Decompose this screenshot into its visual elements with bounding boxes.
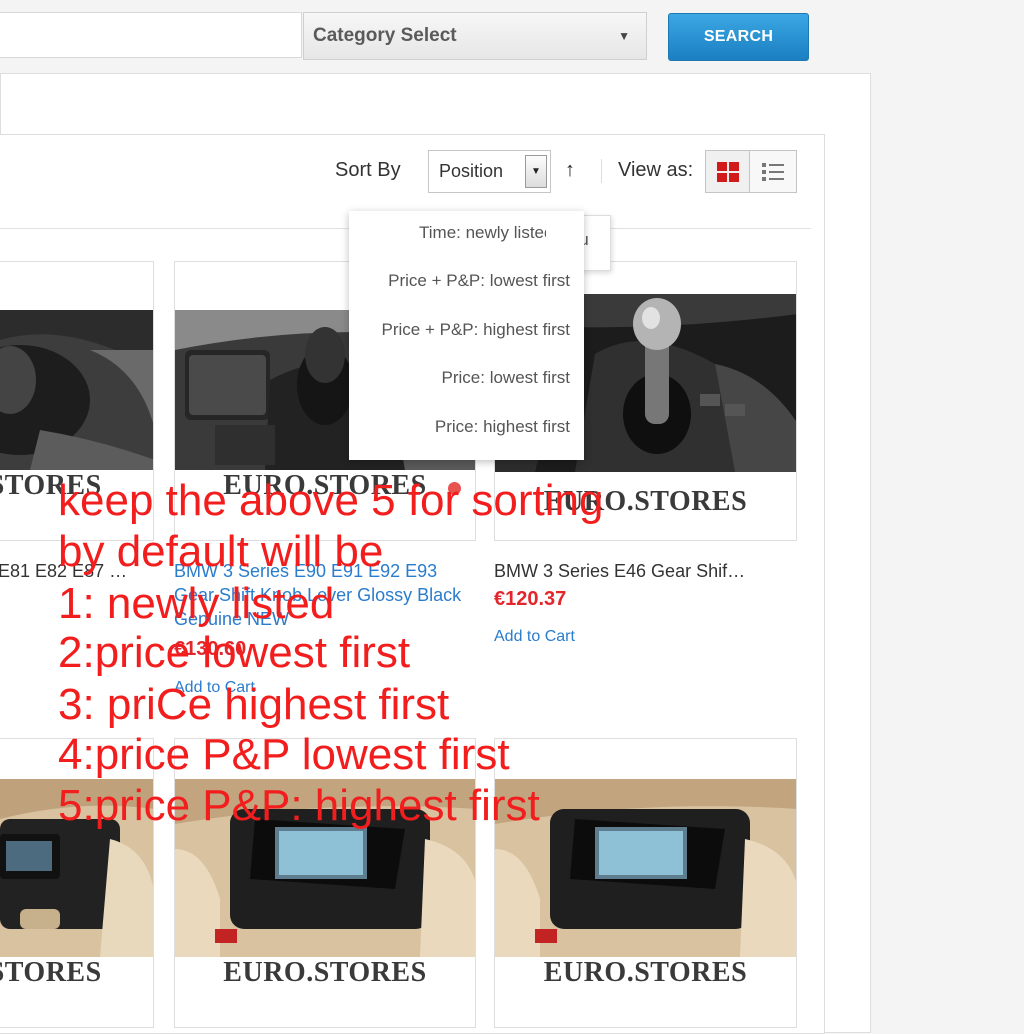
brand-logo: EURO.STORES [543, 957, 748, 988]
search-button[interactable]: SEARCH [668, 13, 809, 61]
annotation-line: 1: newly listed [58, 579, 335, 628]
product-image [495, 779, 796, 957]
arrow-up-icon[interactable]: ↑ [565, 159, 575, 182]
chevron-down-icon: ▼ [618, 29, 630, 43]
sort-select[interactable]: Position ▼ [428, 150, 551, 193]
annotation-line: keep the above 5 for sorting [58, 476, 604, 525]
product-price: €120.37 [494, 588, 567, 610]
annotation-line: 5:price P&P: highest first [58, 781, 540, 830]
grid-view-button[interactable] [705, 150, 750, 193]
brand-logo: EURO.STORES [223, 957, 427, 988]
list-icon [762, 162, 784, 181]
sort-dropdown-menu: Time: newly listed Price + P&P: lowest f… [349, 211, 584, 460]
toolbar-divider [601, 159, 602, 183]
sort-option-price-highest[interactable]: Price: highest first [435, 417, 570, 437]
annotation-line: 3: priCe highest first [58, 680, 450, 729]
sort-option-price-lowest[interactable]: Price: lowest first [442, 368, 570, 388]
sort-option-price-pp-highest[interactable]: Price + P&P: highest first [382, 320, 571, 340]
search-input[interactable] [0, 12, 302, 58]
sort-select-value: Position [439, 161, 504, 181]
sort-option-newly-listed[interactable]: Time: newly listed [419, 223, 546, 243]
add-to-cart-link[interactable]: Add to Cart [494, 628, 575, 646]
brand-logo: EURO.STORES [0, 957, 102, 988]
chevron-down-icon[interactable]: ▼ [525, 155, 547, 188]
sort-option-price-pp-lowest[interactable]: Price + P&P: lowest first [388, 271, 570, 291]
product-image [0, 310, 153, 470]
category-select[interactable]: Category Select ▼ [303, 12, 647, 60]
annotation-line: 2:price lowest first [58, 628, 411, 677]
category-select-label: Category Select [313, 25, 457, 46]
product-name[interactable]: BMW 3 Series E46 Gear Shif… [494, 559, 794, 583]
annotation-line: 4:price P&P lowest first [58, 730, 510, 779]
sort-by-label: Sort By [335, 159, 401, 181]
view-as-label: View as: [618, 159, 694, 181]
list-view-button[interactable] [750, 150, 797, 193]
annotation-line: by default will be [58, 527, 384, 576]
grid-icon [716, 161, 739, 182]
